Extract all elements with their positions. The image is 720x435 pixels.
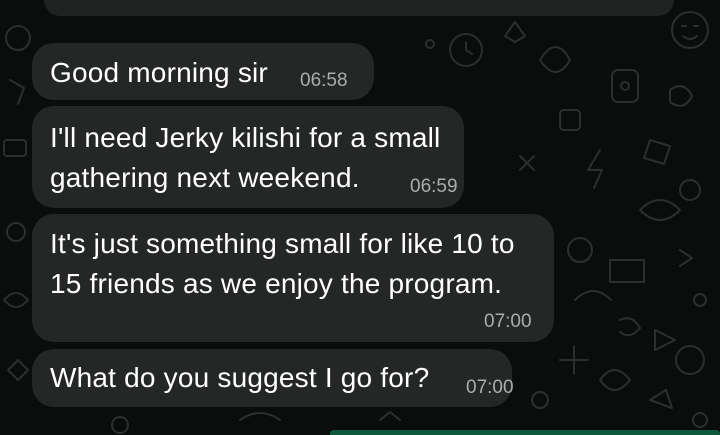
message-timestamp: 06:59 bbox=[410, 176, 458, 197]
message-line: What do you suggest I go for? bbox=[50, 362, 430, 393]
message-timestamp: 06:58 bbox=[300, 70, 348, 91]
chat-thread[interactable]: Good morning sir 06:58 I'll need Jerky k… bbox=[0, 0, 720, 435]
previous-message-bubble[interactable] bbox=[44, 0, 674, 16]
message-text: What do you suggest I go for? bbox=[50, 358, 429, 398]
message-line: It's just something small for like 10 to bbox=[50, 228, 515, 259]
message-line: Good morning sir bbox=[50, 57, 268, 88]
message-bubble[interactable]: I'll need Jerky kilishi for a small gath… bbox=[32, 106, 464, 208]
outgoing-message-edge bbox=[330, 430, 720, 435]
message-timestamp: 07:00 bbox=[484, 311, 532, 332]
message-line: gathering next weekend. bbox=[50, 162, 360, 193]
message-bubble[interactable]: What do you suggest I go for? 07:00 bbox=[32, 349, 514, 407]
message-text: I'll need Jerky kilishi for a small gath… bbox=[50, 118, 440, 198]
message-bubble[interactable]: Good morning sir 06:58 bbox=[32, 43, 374, 100]
message-text: Good morning sir bbox=[50, 53, 268, 93]
message-text: It's just something small for like 10 to… bbox=[50, 224, 515, 304]
message-timestamp: 07:00 bbox=[466, 377, 514, 398]
message-line: I'll need Jerky kilishi for a small bbox=[50, 122, 441, 153]
message-line: 15 friends as we enjoy the program. bbox=[50, 268, 503, 299]
message-bubble[interactable]: It's just something small for like 10 to… bbox=[32, 214, 554, 342]
